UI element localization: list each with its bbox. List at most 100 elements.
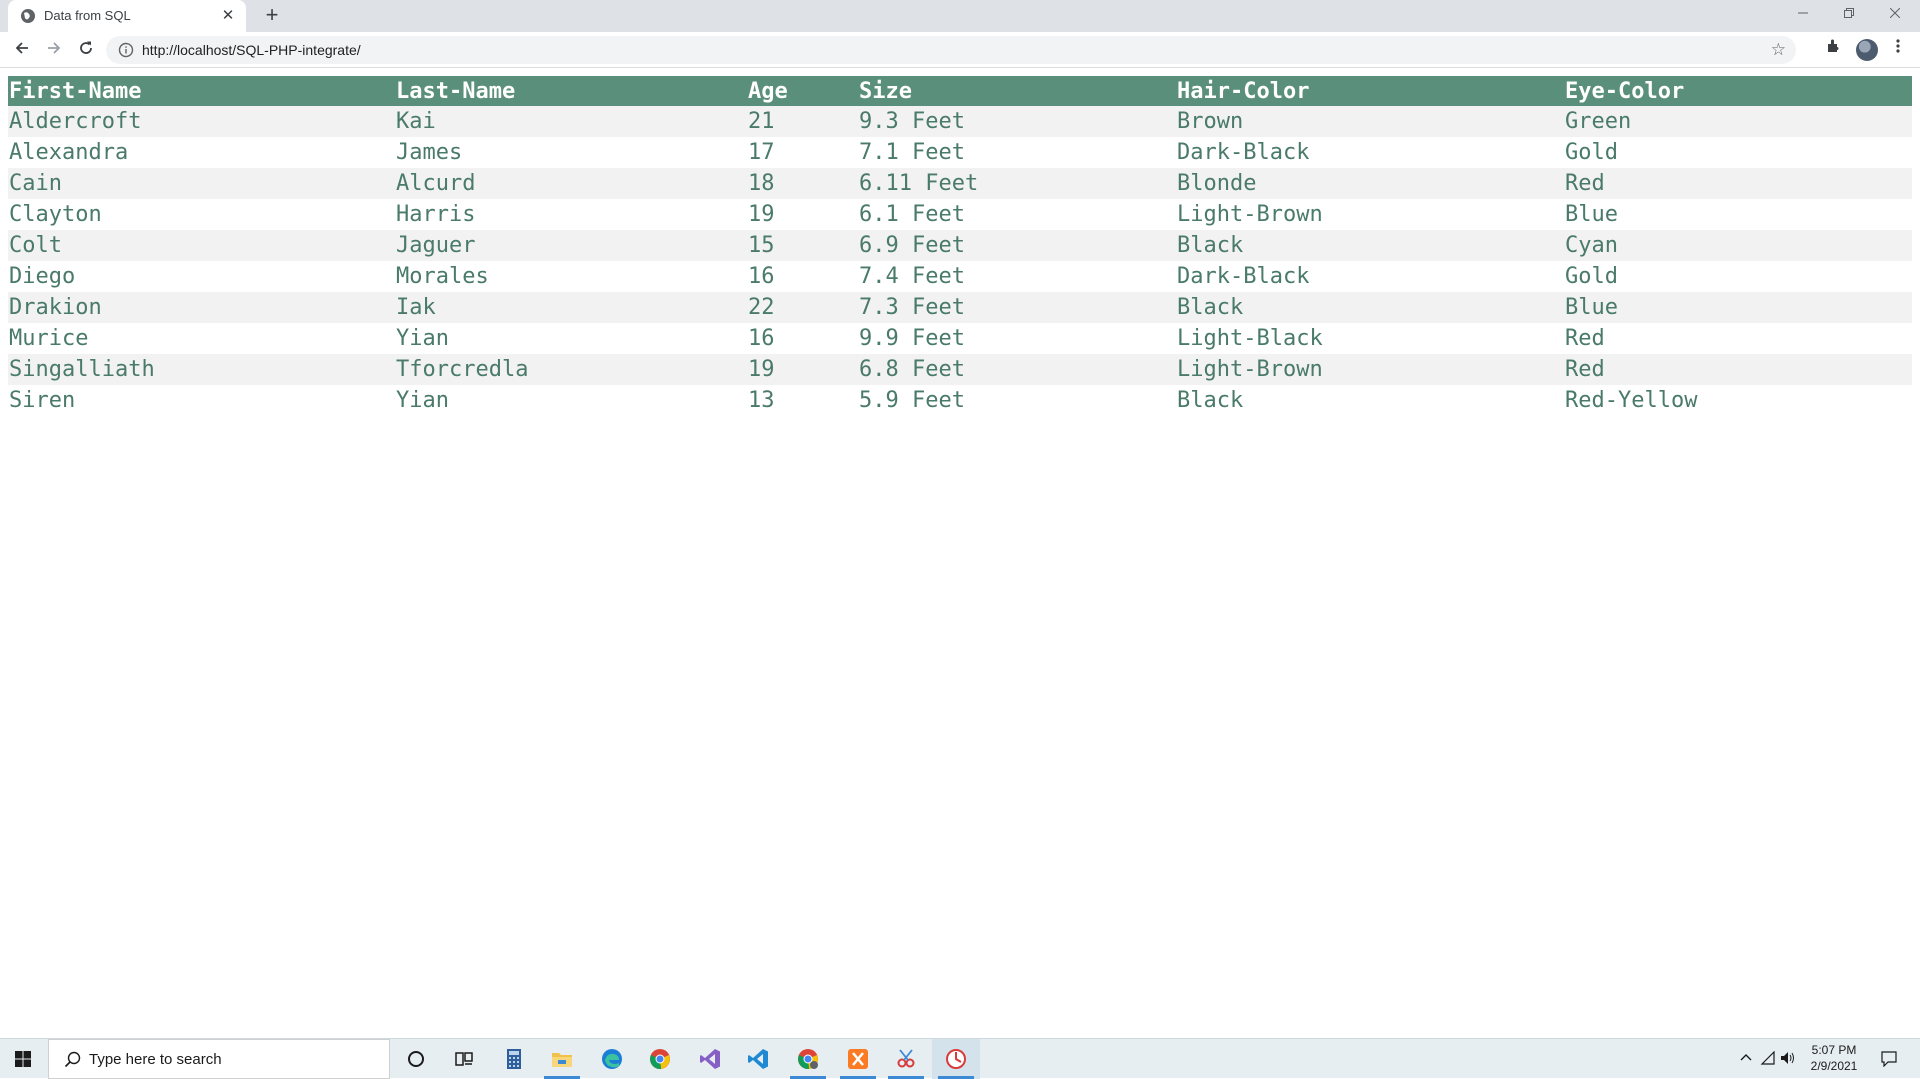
table-cell: Blue — [1565, 202, 1618, 227]
xampp-icon[interactable] — [834, 1039, 882, 1079]
bookmark-star-icon[interactable]: ☆ — [1771, 40, 1786, 60]
browser-tab[interactable]: Data from SQL ✕ — [8, 0, 246, 32]
taskbar: Type here to search 5:07 PM 2/9/2021 — [0, 1038, 1920, 1079]
table-cell: Green — [1565, 109, 1632, 134]
column-header: Age — [747, 76, 858, 106]
forward-icon[interactable] — [42, 38, 66, 62]
table-cell: Dark-Black — [1177, 264, 1310, 289]
table-cell: Diego — [9, 264, 76, 289]
profile-avatar[interactable] — [1856, 39, 1878, 61]
browser-toolbar: http://localhost/SQL-PHP-integrate/ ☆ — [0, 32, 1920, 68]
table-cell: 13 — [748, 388, 775, 413]
table-cell: Singalliath — [9, 357, 155, 382]
table-cell: Cyan — [1565, 233, 1618, 258]
table-cell: Light-Brown — [1177, 357, 1323, 382]
address-bar[interactable]: http://localhost/SQL-PHP-integrate/ ☆ — [106, 36, 1796, 64]
table-cell: 6.1 Feet — [859, 202, 965, 227]
volume-icon[interactable] — [1778, 1039, 1798, 1079]
close-tab-icon[interactable]: ✕ — [218, 6, 238, 26]
table-row: Clayton Harris 19 6.1 Feet Light-Brown B… — [8, 199, 1912, 230]
table-row: Cain Alcurd 18 6.11 Feet Blonde Red — [8, 168, 1912, 199]
table-cell: 9.3 Feet — [859, 109, 965, 134]
tab-title: Data from SQL — [44, 8, 131, 23]
table-cell: Brown — [1177, 109, 1244, 134]
table-cell: 19 — [748, 202, 775, 227]
minimize-icon[interactable] — [1780, 0, 1826, 28]
clock-date: 2/9/2021 — [1810, 1059, 1858, 1073]
url-text[interactable]: http://localhost/SQL-PHP-integrate/ — [142, 42, 361, 58]
table-cell: Black — [1177, 233, 1244, 258]
back-icon[interactable] — [10, 38, 34, 62]
table-cell: 7.3 Feet — [859, 295, 965, 320]
calculator-icon[interactable] — [490, 1039, 538, 1079]
clock-time: 5:07 PM — [1811, 1043, 1857, 1057]
close-window-icon[interactable] — [1872, 0, 1918, 28]
table-cell: Black — [1177, 388, 1244, 413]
table-cell: Black — [1177, 295, 1244, 320]
network-icon[interactable] — [1758, 1039, 1778, 1079]
table-cell: Tforcredla — [396, 357, 529, 382]
table-cell: Red — [1565, 171, 1605, 196]
table-cell: 9.9 Feet — [859, 326, 965, 351]
chrome-profile-icon[interactable] — [784, 1039, 832, 1079]
table-cell: Kai — [396, 109, 436, 134]
visual-studio-icon[interactable] — [686, 1039, 734, 1079]
table-cell: Siren — [9, 388, 76, 413]
new-tab-button[interactable]: + — [260, 4, 284, 28]
edge-icon[interactable] — [588, 1039, 636, 1079]
table-cell: Yian — [396, 388, 449, 413]
globe-icon — [21, 9, 35, 23]
table-cell: Morales — [396, 264, 489, 289]
column-header: First-Name — [8, 76, 395, 106]
chrome-icon[interactable] — [636, 1039, 684, 1079]
column-header: Eye-Color — [1564, 76, 1912, 106]
reload-icon[interactable] — [74, 38, 98, 62]
table-cell: Alcurd — [396, 171, 476, 196]
notifications-icon[interactable] — [1874, 1039, 1904, 1079]
table-cell: Iak — [396, 295, 436, 320]
cortana-icon[interactable] — [392, 1039, 440, 1079]
table-cell: Gold — [1565, 264, 1618, 289]
table-row: Alexandra James 17 7.1 Feet Dark-Black G… — [8, 137, 1912, 168]
table-cell: 19 — [748, 357, 775, 382]
start-button[interactable] — [0, 1039, 48, 1079]
table-cell: Clayton — [9, 202, 102, 227]
column-header: Size — [858, 76, 1176, 106]
table-row: Aldercroft Kai 21 9.3 Feet Brown Green — [8, 106, 1912, 137]
table-header-row: First-Name Last-Name Age Size Hair-Color… — [8, 76, 1912, 106]
table-cell: James — [396, 140, 463, 165]
table-cell: Red — [1565, 357, 1605, 382]
tab-strip: Data from SQL ✕ + — [0, 0, 1920, 32]
table-row: Diego Morales 16 7.4 Feet Dark-Black Gol… — [8, 261, 1912, 292]
task-view-icon[interactable] — [440, 1039, 488, 1079]
table-cell: 6.8 Feet — [859, 357, 965, 382]
search-placeholder: Type here to search — [89, 1051, 222, 1068]
table-cell: 17 — [748, 140, 775, 165]
table-cell: Blonde — [1177, 171, 1257, 196]
vscode-icon[interactable] — [734, 1039, 782, 1079]
table-cell: Light-Black — [1177, 326, 1323, 351]
table-cell: Light-Brown — [1177, 202, 1323, 227]
table-row: Colt Jaguer 15 6.9 Feet Black Cyan — [8, 230, 1912, 261]
restore-icon[interactable] — [1826, 0, 1872, 28]
table-cell: Yian — [396, 326, 449, 351]
taskbar-search-box[interactable]: Type here to search — [48, 1039, 390, 1079]
info-icon[interactable] — [118, 42, 134, 58]
table-cell: Gold — [1565, 140, 1618, 165]
app-icon[interactable] — [932, 1039, 980, 1079]
table-cell: 7.4 Feet — [859, 264, 965, 289]
table-row: Drakion Iak 22 7.3 Feet Black Blue — [8, 292, 1912, 323]
column-header: Last-Name — [395, 76, 747, 106]
snipping-tool-icon[interactable] — [882, 1039, 930, 1079]
table-row: Murice Yian 16 9.9 Feet Light-Black Red — [8, 323, 1912, 354]
taskbar-clock[interactable]: 5:07 PM 2/9/2021 — [1800, 1042, 1868, 1074]
table-cell: 21 — [748, 109, 775, 134]
table-cell: Harris — [396, 202, 476, 227]
file-explorer-icon[interactable] — [538, 1039, 586, 1079]
table-cell: Jaguer — [396, 233, 476, 258]
table-cell: 16 — [748, 264, 775, 289]
show-hidden-icons-icon[interactable] — [1736, 1039, 1756, 1079]
extensions-icon[interactable] — [1822, 38, 1846, 62]
menu-icon[interactable] — [1886, 38, 1910, 62]
table-cell: 16 — [748, 326, 775, 351]
